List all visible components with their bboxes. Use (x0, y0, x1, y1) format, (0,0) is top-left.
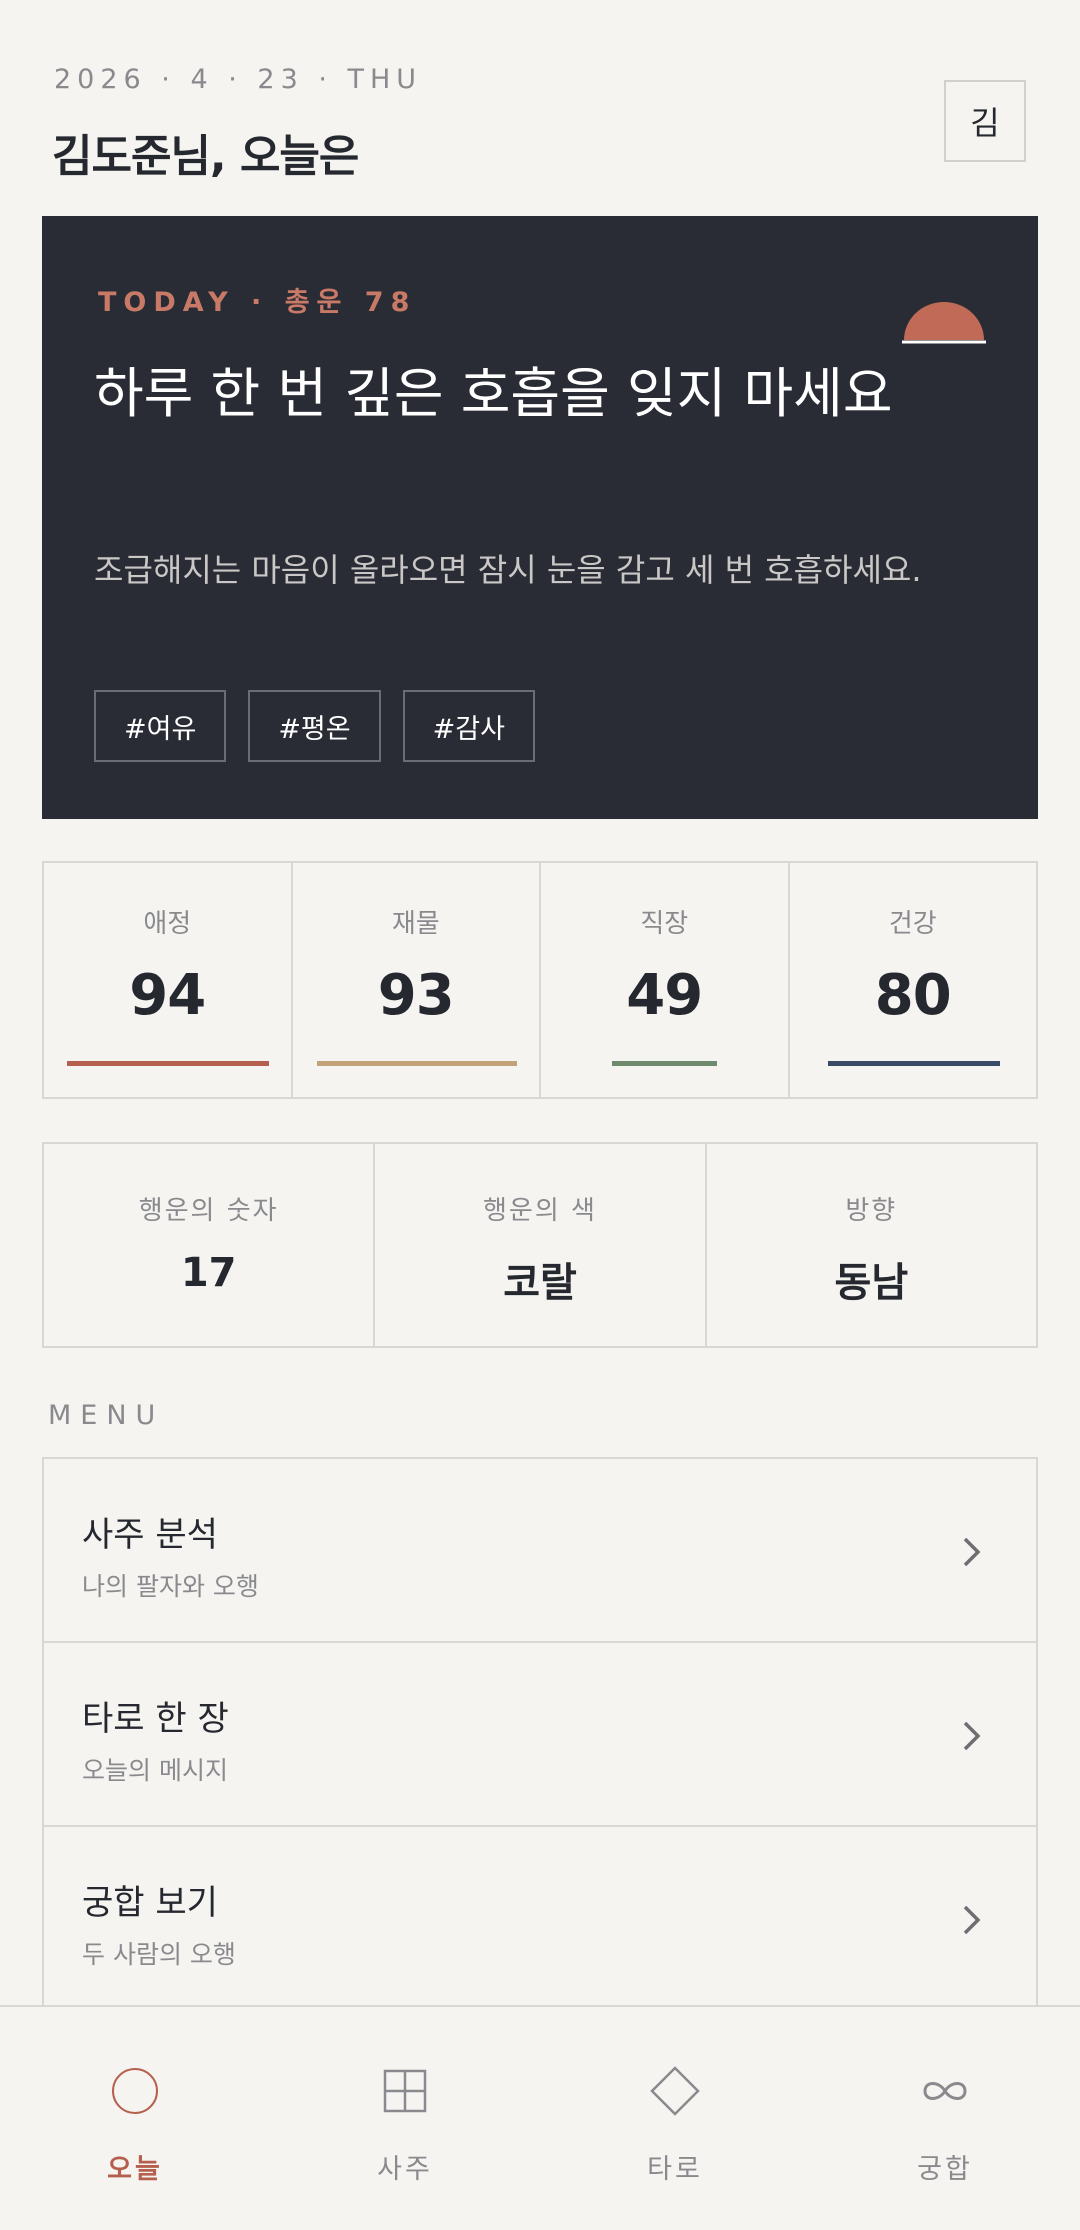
lucky-label: 행운의 숫자 (138, 1196, 279, 1226)
score-health[interactable]: 건강 80 (790, 863, 1037, 1097)
score-bar (827, 1061, 1000, 1066)
score-bar (67, 1061, 269, 1066)
menu-item-saju[interactable]: 사주 분석 나의 팔자와 오행 (44, 1459, 1036, 1643)
infinity-icon (923, 2082, 967, 2100)
tag-chip[interactable]: #감사 (402, 690, 535, 762)
greeting-title: 김도준님, 오늘은 (52, 131, 359, 182)
menu-item-subtitle: 오늘의 메시지 (82, 1756, 228, 1785)
menu-item-compatibility[interactable]: 궁합 보기 두 사람의 오행 (44, 1827, 1036, 2007)
score-value: 93 (377, 963, 455, 1028)
keyword-tags: #여유 #평온 #감사 (94, 690, 535, 762)
lucky-value: 17 (180, 1250, 237, 1296)
tag-chip[interactable]: #여유 (94, 690, 227, 762)
chevron-right-icon (963, 1721, 981, 1751)
bottom-tab-bar: 오늘 사주 타로 궁합 (0, 2005, 1080, 2230)
fortune-description: 조급해지는 마음이 올라오면 잠시 눈을 감고 세 번 호흡하세요. (94, 551, 922, 589)
lucky-value: 코랄 (503, 1260, 577, 1306)
tab-today[interactable]: 오늘 (0, 2007, 270, 2230)
circle-icon (112, 2068, 158, 2114)
date-label: 2026 · 4 · 23 · THU (54, 64, 423, 95)
tab-label: 타로 (647, 2154, 703, 2185)
lucky-color: 행운의 색 코랄 (375, 1144, 707, 1346)
lucky-label: 행운의 색 (483, 1196, 597, 1226)
tab-saju[interactable]: 사주 (270, 2007, 540, 2230)
score-label: 건강 (888, 909, 937, 939)
menu-item-subtitle: 나의 팔자와 오행 (82, 1572, 259, 1601)
menu-item-tarot[interactable]: 타로 한 장 오늘의 메시지 (44, 1643, 1036, 1827)
lucky-label: 방향 (845, 1196, 898, 1226)
score-bar (316, 1061, 517, 1066)
header: 2026 · 4 · 23 · THU 김도준님, 오늘은 김 (42, 0, 1038, 200)
score-label: 직장 (640, 909, 689, 939)
tab-tarot[interactable]: 타로 (540, 2007, 810, 2230)
menu-item-subtitle: 두 사람의 오행 (82, 1940, 236, 1969)
score-value: 49 (626, 963, 703, 1028)
menu-item-title: 타로 한 장 (82, 1699, 229, 1739)
score-label: 애정 (143, 909, 192, 939)
today-total-score: TODAY · 총운 78 (98, 287, 417, 318)
lucky-direction: 방향 동남 (707, 1144, 1036, 1346)
menu-item-title: 궁합 보기 (82, 1883, 218, 1923)
lucky-value: 동남 (834, 1260, 909, 1306)
grid-icon (383, 2069, 427, 2113)
lucky-items: 행운의 숫자 17 행운의 색 코랄 방향 동남 (42, 1142, 1038, 1348)
score-work[interactable]: 직장 49 (541, 863, 790, 1097)
chevron-right-icon (963, 1905, 981, 1935)
lucky-number: 행운의 숫자 17 (44, 1144, 376, 1346)
tab-compatibility[interactable]: 궁합 (810, 2007, 1080, 2230)
score-love[interactable]: 애정 94 (44, 863, 293, 1097)
tab-label: 궁합 (917, 2154, 973, 2185)
tag-chip[interactable]: #평온 (248, 690, 381, 762)
diamond-icon (650, 2066, 700, 2116)
fortune-headline: 하루 한 번 깊은 호흡을 잊지 마세요 (94, 362, 893, 425)
menu-item-title: 사주 분석 (82, 1515, 218, 1555)
score-value: 94 (129, 963, 206, 1028)
score-value: 80 (874, 963, 952, 1028)
menu-section-label: MENU (48, 1400, 165, 1431)
tab-label: 오늘 (107, 2154, 163, 2185)
score-bar (612, 1061, 717, 1066)
category-scores: 애정 94 재물 93 직장 49 건강 80 (42, 861, 1038, 1099)
tab-label: 사주 (377, 2154, 433, 2185)
half-sun-icon (902, 302, 986, 344)
avatar-button[interactable]: 김 (944, 80, 1026, 162)
today-fortune-card[interactable]: TODAY · 총운 78 하루 한 번 깊은 호흡을 잊지 마세요 조급해지는… (42, 216, 1038, 819)
menu-list: 사주 분석 나의 팔자와 오행 타로 한 장 오늘의 메시지 궁합 보기 두 사… (42, 1457, 1038, 2007)
score-label: 재물 (391, 909, 440, 939)
score-wealth[interactable]: 재물 93 (293, 863, 541, 1097)
chevron-right-icon (963, 1537, 981, 1567)
